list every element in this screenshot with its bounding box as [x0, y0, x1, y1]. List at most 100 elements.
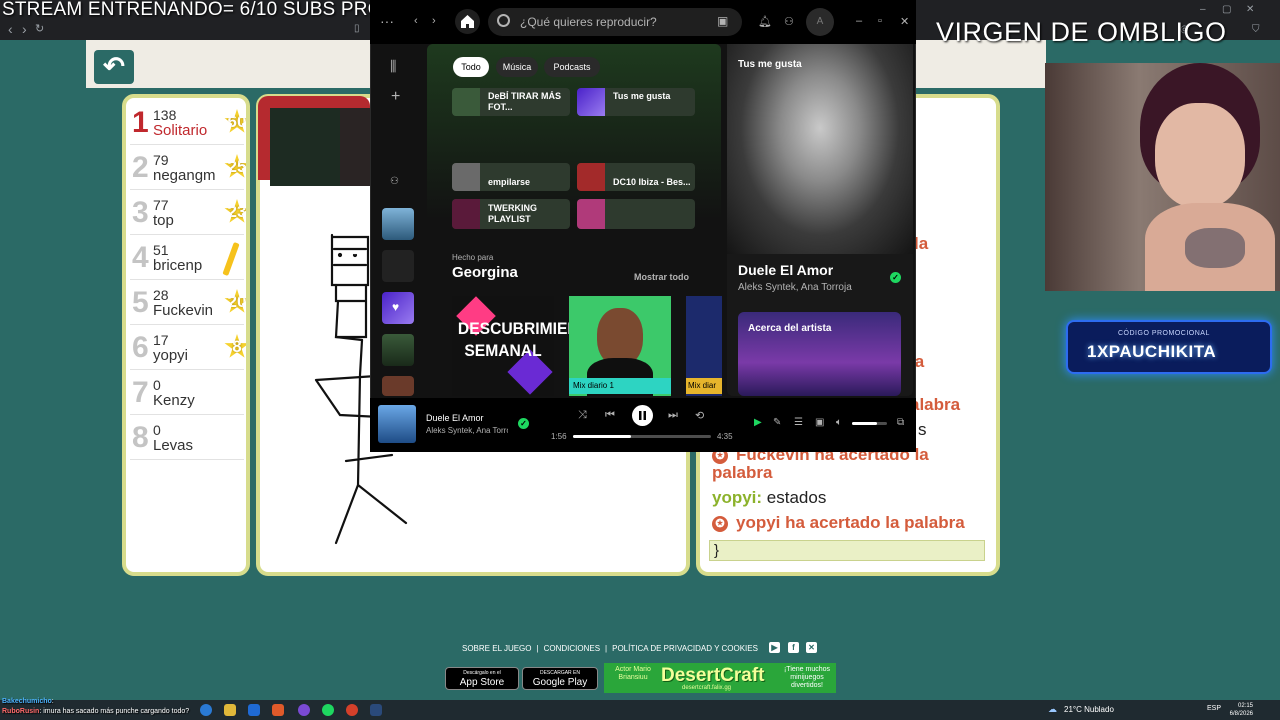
- player-row: 1 138 Solitario 60: [130, 102, 246, 145]
- chat-guess-line: ✪ yopyi ha acertado la palabra: [712, 513, 965, 533]
- edge-icon[interactable]: [200, 704, 212, 716]
- player-points-star-icon: 20: [224, 289, 246, 313]
- forward-arrow-icon[interactable]: ›: [432, 15, 436, 27]
- quick-card-title: TWERKING PLAYLIST: [488, 203, 537, 224]
- track-thumbnail[interactable]: [378, 405, 416, 443]
- friends-icon[interactable]: ⚇: [784, 15, 794, 28]
- lyrics-icon[interactable]: ✎: [773, 417, 781, 428]
- chip-podcasts[interactable]: Podcasts: [544, 57, 600, 77]
- footer-link-about[interactable]: SOBRE EL JUEGO: [462, 644, 532, 653]
- player-points-star-icon: 25: [224, 154, 246, 178]
- library-item[interactable]: [382, 334, 414, 366]
- quick-card[interactable]: empilarse: [452, 163, 570, 191]
- folder-icon[interactable]: [224, 704, 236, 716]
- folder-icon[interactable]: ⚇: [390, 176, 399, 187]
- player-points-star-icon: 60: [224, 109, 246, 133]
- spotify-icon[interactable]: [322, 704, 334, 716]
- queue-icon[interactable]: ☰: [794, 417, 803, 428]
- google-play-button[interactable]: DESCARGAR EN Google Play: [522, 667, 598, 690]
- minimize-icon[interactable]: –: [1200, 4, 1206, 15]
- youtube-icon[interactable]: ▶: [769, 642, 780, 653]
- shuffle-icon[interactable]: ⤨: [578, 409, 587, 422]
- now-playing-title[interactable]: Duele El Amor: [738, 262, 833, 278]
- saved-check-icon[interactable]: ✓: [518, 418, 529, 429]
- star-icon: ✪: [712, 516, 728, 532]
- store-icon[interactable]: [248, 704, 260, 716]
- steam-icon[interactable]: [370, 704, 382, 716]
- language-indicator[interactable]: ESP: [1207, 705, 1221, 712]
- shield-icon[interactable]: ⛉: [1252, 24, 1260, 35]
- footer-link-conditions[interactable]: CONDICIONES: [544, 644, 600, 653]
- close-icon[interactable]: ✕: [1246, 4, 1254, 15]
- weather-status[interactable]: 21°C Nublado: [1064, 705, 1114, 714]
- player-rank: 3: [132, 196, 149, 229]
- chip-all[interactable]: Todo: [453, 57, 489, 77]
- repeat-icon[interactable]: ⟲: [695, 409, 704, 422]
- player-rank: 5: [132, 286, 149, 319]
- chat-username: yopyi:: [712, 488, 763, 507]
- volume-icon[interactable]: 🔈︎: [836, 417, 842, 428]
- previous-icon[interactable]: ⏮︎: [605, 409, 615, 422]
- bookmark-icon[interactable]: ▯: [354, 22, 360, 36]
- made-for-label: Hecho para: [452, 253, 494, 262]
- show-all-link[interactable]: Mostrar todo: [634, 272, 689, 282]
- search-input[interactable]: ¿Qué quieres reproducir?: [488, 8, 742, 36]
- pause-button[interactable]: [632, 405, 653, 426]
- player-name: Fuckevin: [153, 302, 214, 319]
- browse-icon[interactable]: ▣: [717, 14, 728, 28]
- back-arrow-icon[interactable]: ‹: [414, 15, 418, 27]
- back-button[interactable]: ↶: [94, 50, 134, 84]
- player-score: 77: [153, 197, 169, 213]
- progress-fill: [573, 435, 631, 438]
- section-title[interactable]: Georgina: [452, 264, 518, 281]
- desertcraft-left-text: Actor Mario Briansiuu: [615, 666, 651, 681]
- connect-device-icon[interactable]: ▣: [815, 417, 824, 428]
- quick-card[interactable]: TWERKING PLAYLIST: [452, 199, 570, 229]
- library-item-liked[interactable]: ♥: [382, 292, 414, 324]
- obs-icon[interactable]: [298, 704, 310, 716]
- minimize-icon[interactable]: –: [856, 15, 862, 27]
- library-icon[interactable]: ⫼: [390, 58, 396, 75]
- home-button[interactable]: [455, 9, 480, 34]
- library-item[interactable]: [382, 250, 414, 282]
- app-store-button[interactable]: Descárgalo en el App Store: [445, 667, 519, 690]
- saved-check-icon[interactable]: ✓: [890, 272, 901, 283]
- footer-link-privacy[interactable]: POLÍTICA DE PRIVACIDAD Y COOKIES: [612, 644, 758, 653]
- menu-icon[interactable]: ···: [380, 13, 394, 29]
- clock[interactable]: 02:15 6/8/2026: [1225, 702, 1253, 718]
- mini-player-icon[interactable]: ⧉: [897, 417, 904, 428]
- brave-icon[interactable]: [272, 704, 284, 716]
- stream-chat-line: Bakechumicho:: [2, 697, 189, 707]
- players-panel: 1 138 Solitario 60 2 79 negangm 25 3 77 top 23 4 51 br…: [122, 94, 250, 576]
- plus-icon[interactable]: +: [391, 88, 400, 106]
- quick-card[interactable]: Tus me gusta: [577, 88, 695, 116]
- maximize-icon[interactable]: ▢: [1222, 4, 1231, 15]
- track-title[interactable]: Duele El Amor: [426, 413, 484, 423]
- chip-music[interactable]: Música: [496, 57, 538, 77]
- now-playing-panel-title[interactable]: Tus me gusta: [738, 59, 802, 70]
- volume-fill: [852, 422, 877, 425]
- maximize-icon[interactable]: ▫: [878, 15, 882, 27]
- next-icon[interactable]: ⏭︎: [668, 409, 678, 422]
- x-icon[interactable]: ✕: [806, 642, 817, 653]
- library-item[interactable]: [382, 376, 414, 396]
- close-icon[interactable]: ✕: [900, 15, 909, 28]
- quick-card-thumb: [452, 163, 480, 191]
- chrome-icon[interactable]: [346, 704, 358, 716]
- now-playing-view-icon[interactable]: ▶: [754, 417, 762, 428]
- bell-icon[interactable]: 🔔︎: [758, 15, 772, 28]
- quick-card[interactable]: DC10 Ibiza - Bes...: [577, 163, 695, 191]
- quick-card[interactable]: [577, 199, 695, 229]
- library-item[interactable]: [382, 208, 414, 240]
- quick-card[interactable]: DeBÍ TIRAR MÁS FOT...: [452, 88, 570, 116]
- stream-chat-line: RuboRusin: imura has sacado más punche c…: [2, 707, 189, 717]
- now-playing-artist[interactable]: Aleks Syntek, Ana Torroja: [738, 282, 852, 293]
- avatar[interactable]: A: [806, 8, 834, 36]
- reload-icon[interactable]: ↻: [35, 22, 44, 36]
- chat-guess-text: yopyi ha acertado la palabra: [736, 513, 965, 532]
- track-artist[interactable]: Aleks Syntek, Ana Torroja: [426, 426, 508, 435]
- facebook-icon[interactable]: f: [788, 642, 799, 653]
- back-arrow-icon[interactable]: ‹: [8, 22, 13, 36]
- forward-arrow-icon[interactable]: ›: [22, 22, 27, 36]
- chat-input[interactable]: }: [709, 540, 985, 561]
